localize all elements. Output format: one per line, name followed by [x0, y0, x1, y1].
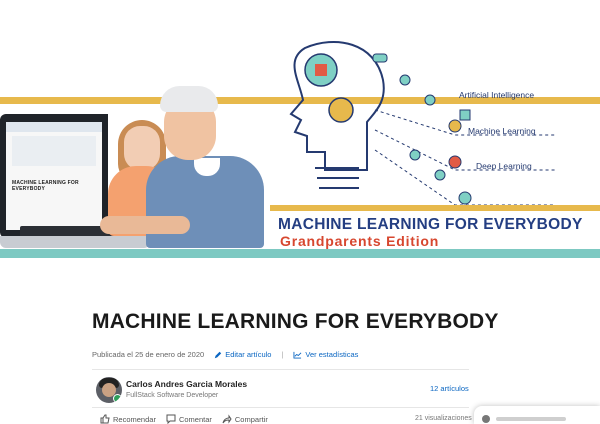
publish-date: Publicada el 25 de enero de 2020	[92, 350, 205, 359]
author-divider	[92, 407, 469, 408]
chart-icon	[293, 351, 302, 359]
banner-title: MACHINE LEARNING FOR EVERYBODY	[278, 216, 583, 233]
edit-article-label: Editar artículo	[225, 350, 272, 359]
banner-subtitle: Grandparents Edition	[280, 233, 440, 249]
share-button[interactable]: Compartir	[222, 414, 268, 424]
comment-label: Comentar	[178, 414, 212, 424]
share-icon	[222, 414, 232, 424]
laptop-base	[0, 236, 150, 248]
like-button[interactable]: Recomendar	[100, 414, 156, 424]
comment-button[interactable]: Comentar	[166, 414, 212, 424]
article-actions: Recomendar Comentar Compartir	[100, 414, 268, 424]
topic-artificial-intelligence: Artificial Intelligence	[459, 90, 535, 100]
grandfather-arm	[100, 216, 190, 234]
robot-head-graphic	[289, 41, 555, 205]
laptop-screen: MACHINE LEARNING FOR EVERYBODY	[0, 114, 108, 238]
like-label: Recomendar	[113, 414, 156, 424]
author-avatar[interactable]	[96, 377, 122, 403]
view-stats-label: Ver estadísticas	[305, 350, 359, 359]
view-stats-link[interactable]: Ver estadísticas	[293, 350, 358, 359]
author-articles-link[interactable]: 12 artículos	[430, 384, 469, 393]
pencil-icon	[214, 351, 222, 358]
author-role: FullStack Software Developer	[126, 392, 219, 399]
meta-divider	[92, 369, 469, 370]
article-title: MACHINE LEARNING FOR EVERYBODY	[92, 310, 499, 333]
grandfather-hair	[160, 86, 218, 112]
topic-deep-learning: Deep Learning	[476, 161, 532, 171]
meta-separator: |	[281, 350, 284, 359]
banner-stripe-teal	[0, 249, 600, 258]
thumbs-up-icon	[100, 414, 110, 424]
author-name[interactable]: Carlos Andres Garcia Morales	[126, 379, 247, 389]
article-meta: Publicada el 25 de enero de 2020 Editar …	[92, 350, 358, 359]
banner-stripe-orange	[270, 205, 600, 211]
topic-machine-learning: Machine Learning	[468, 126, 536, 136]
girl-face	[124, 126, 160, 170]
laptop-content-header	[6, 122, 102, 132]
messaging-avatar	[482, 415, 490, 423]
laptop-content: MACHINE LEARNING FOR EVERYBODY	[6, 122, 102, 230]
edit-article-link[interactable]: Editar artículo	[214, 350, 271, 359]
online-status-indicator	[113, 394, 122, 403]
share-label: Compartir	[234, 414, 268, 424]
laptop-content-image	[12, 136, 96, 166]
comment-icon	[166, 414, 176, 424]
views-count: 21 visualizaciones	[415, 415, 472, 422]
messaging-popup[interactable]	[474, 406, 600, 424]
article-cover-image: MACHINE LEARNING FOR EVERYBODY Artificia…	[0, 40, 600, 258]
laptop-content-title: MACHINE LEARNING FOR EVERYBODY	[12, 180, 79, 192]
messaging-bar	[496, 417, 566, 421]
